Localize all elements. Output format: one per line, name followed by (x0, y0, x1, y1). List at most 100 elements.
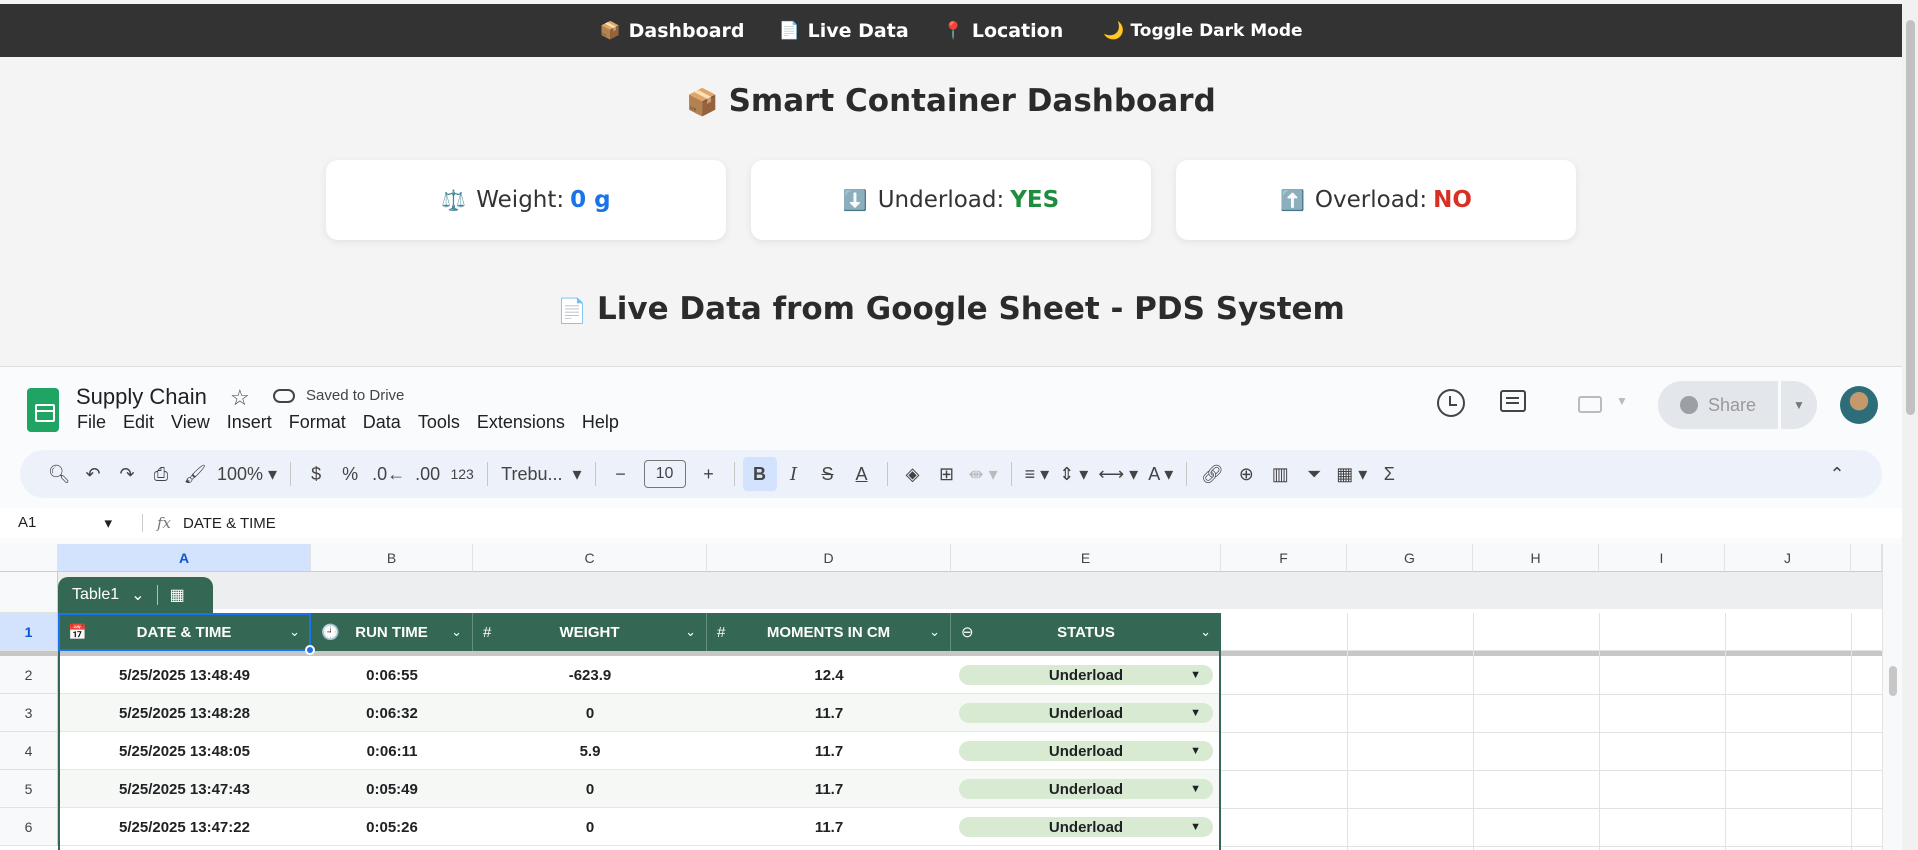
borders-icon[interactable]: ⊞ (930, 457, 964, 491)
increase-decimal-button[interactable]: .00 (410, 457, 445, 491)
horizontal-align-icon[interactable]: ≡ ▾ (1020, 457, 1055, 491)
currency-format-button[interactable]: $ (299, 457, 333, 491)
comments-icon[interactable] (1500, 390, 1526, 412)
page-scrollbar-thumb[interactable] (1906, 20, 1915, 415)
column-header-e[interactable]: E (951, 544, 1221, 572)
decrease-decimal-button[interactable]: .0← (367, 457, 410, 491)
insert-comment-icon[interactable]: ⊕ (1229, 457, 1263, 491)
column-header-d[interactable]: D (707, 544, 951, 572)
dark-mode-toggle[interactable]: 🌙 Toggle Dark Mode (1103, 21, 1302, 41)
insert-chart-icon[interactable]: ▥ (1263, 457, 1297, 491)
sheet-scrollbar[interactable] (1882, 544, 1902, 850)
nav-live-data-link[interactable]: 📄 Live Data (778, 20, 908, 42)
row-header-1[interactable]: 1 (0, 613, 58, 651)
status-chip[interactable]: Underload ▼ (959, 779, 1213, 799)
cell-date-time[interactable]: 5/25/2025 13:48:49 (58, 656, 311, 694)
status-chip[interactable]: Underload ▼ (959, 665, 1213, 685)
cell-status[interactable]: Underload ▼ (951, 656, 1221, 694)
status-chip[interactable]: Underload ▼ (959, 741, 1213, 761)
column-header-c[interactable]: C (473, 544, 707, 572)
column-header-i[interactable]: I (1599, 544, 1725, 572)
sheets-logo-icon[interactable] (27, 388, 59, 432)
cell-run-time[interactable]: 0:06:32 (311, 694, 473, 732)
cell-run-time[interactable]: 0:06:55 (311, 656, 473, 694)
column-header-h[interactable]: H (1473, 544, 1599, 572)
meet-dropdown-icon[interactable]: ▼ (1616, 394, 1628, 408)
meet-icon[interactable] (1578, 396, 1602, 413)
cell-weight[interactable]: 0 (473, 770, 707, 808)
cell-moments[interactable]: 11.7 (707, 694, 951, 732)
filter-icon[interactable]: ⏷ (1297, 457, 1331, 491)
menu-file[interactable]: File (77, 412, 106, 433)
cell-run-time[interactable]: 0:05:26 (311, 808, 473, 846)
sheet-scrollbar-thumb[interactable] (1889, 666, 1897, 696)
status-chip[interactable]: Underload ▼ (959, 703, 1213, 723)
cell-moments[interactable]: 11.7 (707, 732, 951, 770)
cell-moments[interactable]: 11.7 (707, 808, 951, 846)
italic-icon[interactable]: I (777, 457, 811, 491)
status-chip[interactable]: Underload ▼ (959, 817, 1213, 837)
number-format-button[interactable]: 123 (445, 457, 479, 491)
column-header-f[interactable]: F (1221, 544, 1347, 572)
header-date-time[interactable]: 📅 DATE & TIME ⌄ (58, 613, 311, 651)
chevron-down-icon[interactable]: ⌄ (1200, 624, 1211, 640)
column-header-g[interactable]: G (1347, 544, 1473, 572)
select-all-corner[interactable] (0, 544, 58, 572)
page-scrollbar[interactable] (1902, 0, 1918, 850)
table-settings-icon[interactable]: ▦ (170, 585, 185, 605)
insert-link-icon[interactable]: 🔗︎ (1195, 457, 1229, 491)
text-wrapping-icon[interactable]: ⟷ ▾ (1093, 457, 1143, 491)
menu-format[interactable]: Format (289, 412, 346, 433)
header-moments[interactable]: # MOMENTS IN CM ⌄ (707, 613, 951, 651)
text-rotation-icon[interactable]: A ▾ (1143, 457, 1178, 491)
undo-icon[interactable]: ↶ (76, 457, 110, 491)
cell-status[interactable]: Underload ▼ (951, 732, 1221, 770)
filter-views-icon[interactable]: ▦ ▾ (1331, 457, 1372, 491)
version-history-icon[interactable] (1437, 389, 1465, 417)
collapse-toolbar-icon[interactable]: ⌃ (1820, 457, 1854, 491)
cell-run-time[interactable]: 0:05:49 (311, 770, 473, 808)
empty-header-cells[interactable] (1221, 613, 1881, 651)
font-size-increase-icon[interactable]: + (692, 457, 726, 491)
cell-status[interactable]: Underload ▼ (951, 808, 1221, 846)
menu-extensions[interactable]: Extensions (477, 412, 565, 433)
percent-format-button[interactable]: % (333, 457, 367, 491)
star-icon[interactable]: ☆ (230, 385, 250, 411)
paint-format-icon[interactable]: 🖌︎ (178, 457, 212, 491)
column-header-a[interactable]: A (58, 544, 311, 572)
bold-icon[interactable]: B (742, 457, 777, 491)
row-header-5[interactable]: 5 (0, 770, 58, 808)
cell-moments[interactable]: 11.7 (707, 770, 951, 808)
table-name-chip[interactable]: Table1 ⌄ ▦ (58, 577, 213, 613)
row-header-3[interactable]: 3 (0, 694, 58, 732)
menu-insert[interactable]: Insert (227, 412, 272, 433)
column-header-b[interactable]: B (311, 544, 473, 572)
cell-run-time[interactable]: 0:06:11 (311, 732, 473, 770)
cell-moments[interactable]: 12.4 (707, 656, 951, 694)
fill-color-icon[interactable]: ◈ (896, 457, 930, 491)
zoom-select[interactable]: 100% ▾ (212, 457, 282, 491)
strikethrough-icon[interactable]: S (811, 457, 845, 491)
row-header-6[interactable]: 6 (0, 808, 58, 846)
menu-data[interactable]: Data (363, 412, 401, 433)
share-dropdown-button[interactable]: ▼ (1781, 381, 1817, 429)
vertical-align-icon[interactable]: ⇕ ▾ (1054, 457, 1093, 491)
functions-icon[interactable]: Σ (1372, 457, 1406, 491)
font-size-input[interactable]: 10 (643, 460, 686, 488)
header-run-time[interactable]: 🕘 RUN TIME ⌄ (311, 613, 473, 651)
cell-status[interactable]: Underload ▼ (951, 770, 1221, 808)
cell-date-time[interactable]: 5/25/2025 13:47:43 (58, 770, 311, 808)
font-size-decrease-icon[interactable]: − (604, 457, 638, 491)
menu-help[interactable]: Help (582, 412, 619, 433)
redo-icon[interactable]: ↷ (110, 457, 144, 491)
document-title[interactable]: Supply Chain (76, 384, 207, 410)
cell-weight[interactable]: -623.9 (473, 656, 707, 694)
row-header-2[interactable]: 2 (0, 656, 58, 694)
font-select[interactable]: Trebu... ▾ (496, 457, 586, 491)
avatar[interactable] (1840, 386, 1878, 424)
header-weight[interactable]: # WEIGHT ⌄ (473, 613, 707, 651)
text-color-icon[interactable]: A (845, 457, 879, 491)
column-header-j[interactable]: J (1725, 544, 1851, 572)
cell-date-time[interactable]: 5/25/2025 13:48:28 (58, 694, 311, 732)
chevron-down-icon[interactable]: ⌄ (451, 624, 462, 640)
